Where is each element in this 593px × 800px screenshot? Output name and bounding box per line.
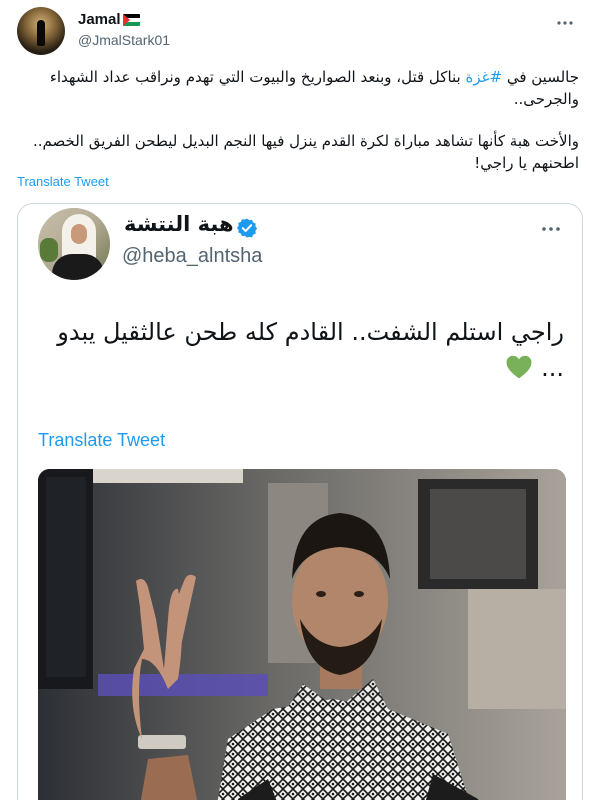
photo-man-peace-sign-keffiyeh[interactable]	[38, 469, 566, 800]
quoted-user-name[interactable]: هبة النتشة	[124, 212, 234, 236]
hashtag-link[interactable]: #غزة	[465, 68, 502, 86]
tweet-text-part: جالسين في	[502, 68, 579, 86]
more-horizontal-icon[interactable]	[555, 15, 575, 31]
tweet-paragraph-1: جالسين في #غزة بناكل قتل، وبنعد الصواريخ…	[17, 66, 579, 110]
palestine-flag-icon	[123, 14, 140, 26]
translate-tweet-link[interactable]: Translate Tweet	[17, 174, 109, 189]
quoted-translate-tweet-link[interactable]: Translate Tweet	[38, 430, 165, 451]
user-name[interactable]: Jamal	[78, 11, 121, 28]
green-heart-icon	[506, 355, 532, 379]
more-horizontal-icon[interactable]	[540, 220, 562, 238]
user-handle[interactable]: @JmalStark01	[78, 32, 170, 48]
verified-badge-icon	[236, 218, 258, 238]
quoted-tweet-card[interactable]: هبة النتشة @heba_alntsha راجي استلم الشف…	[17, 203, 583, 800]
quoted-user-handle[interactable]: @heba_alntsha	[122, 245, 262, 268]
avatar[interactable]	[17, 7, 65, 55]
tweet: Jamal @JmalStark01 جالسين في #غزة بناكل …	[0, 0, 593, 800]
tweet-text: جالسين في #غزة بناكل قتل، وبنعد الصواريخ…	[17, 66, 579, 174]
quoted-text-content: راجي استلم الشفت.. القادم كله طحن عالثقي…	[57, 318, 564, 382]
photo-illustration	[38, 469, 566, 800]
tweet-header: Jamal @JmalStark01	[17, 5, 581, 57]
tweet-paragraph-2: والأخت هبة كأنها تشاهد مباراة لكرة القدم…	[33, 132, 579, 172]
quoted-tweet-text: راجي استلم الشفت.. القادم كله طحن عالثقي…	[38, 314, 564, 386]
quoted-avatar[interactable]	[38, 208, 110, 280]
